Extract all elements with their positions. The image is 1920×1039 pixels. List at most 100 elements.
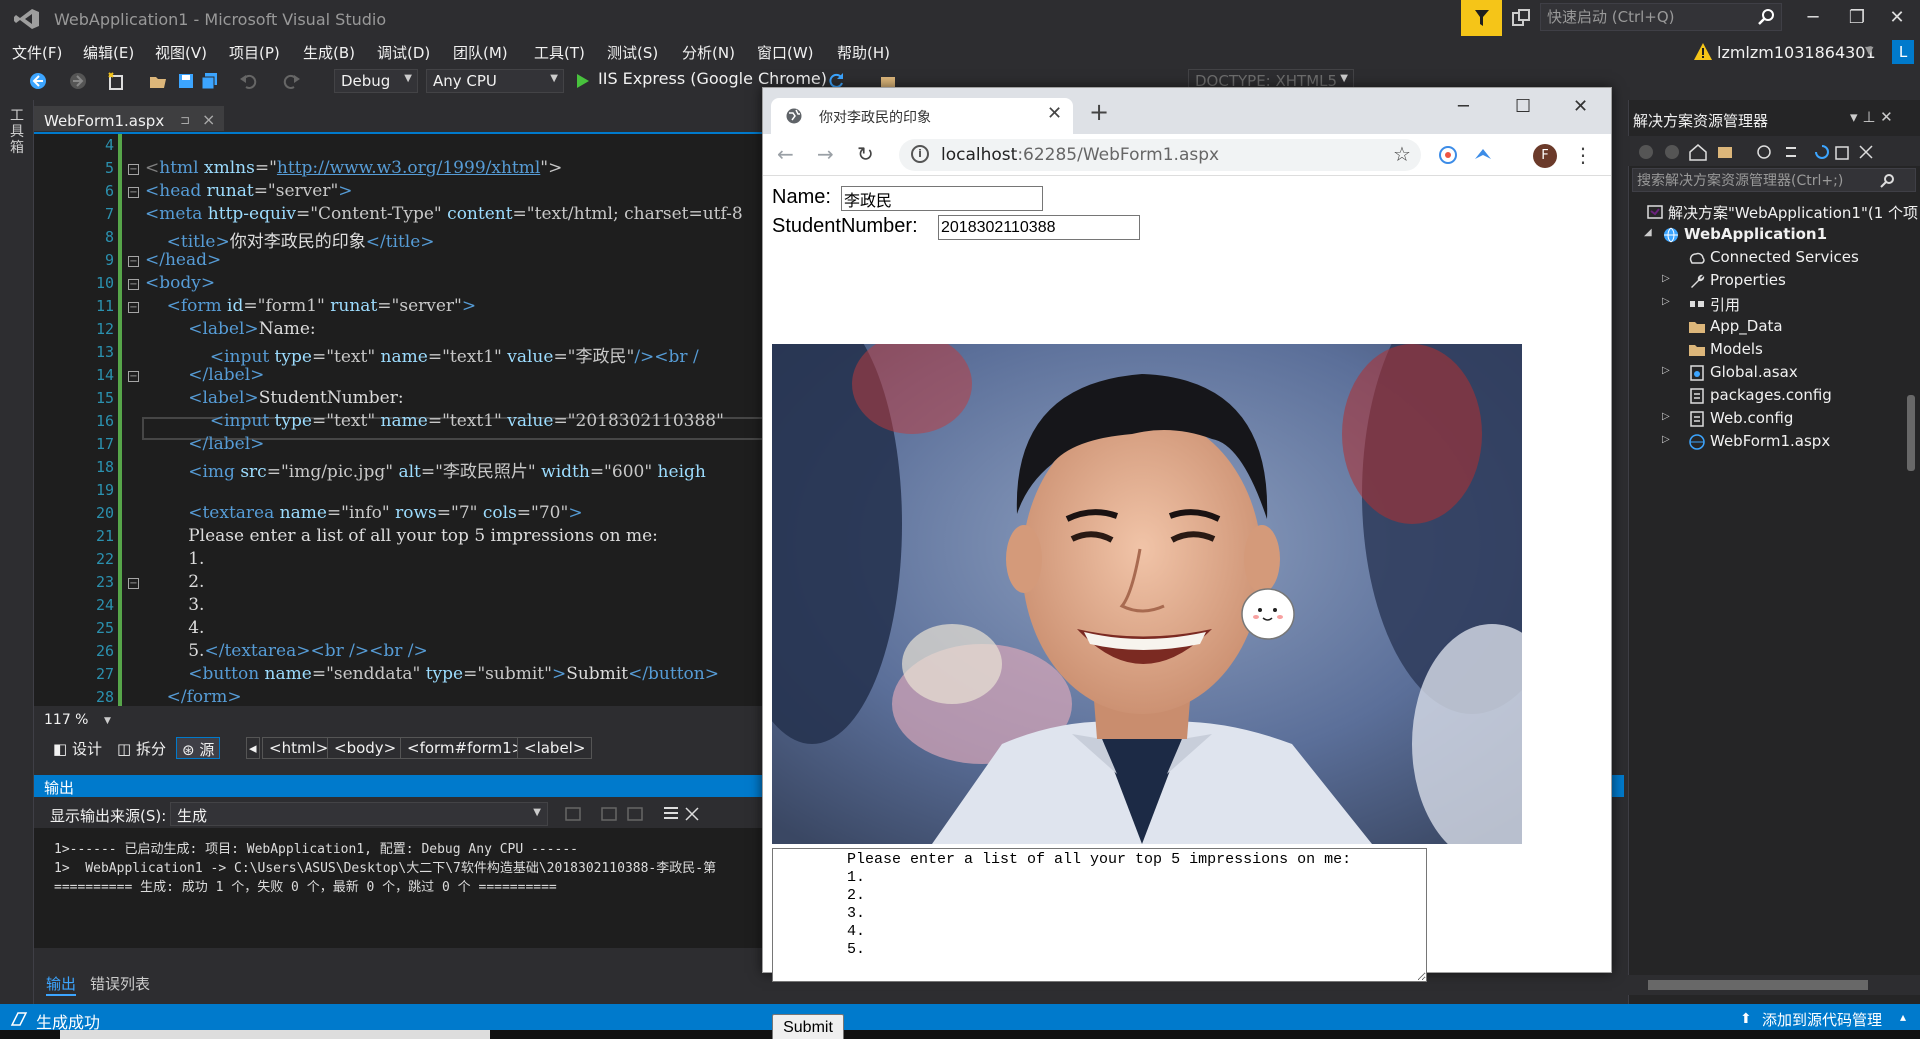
close-icon[interactable]: ✕ — [1573, 96, 1588, 117]
menu-project[interactable]: 项目(P) — [229, 42, 280, 63]
bookmark-star-icon[interactable]: ☆ — [1393, 142, 1411, 166]
navigate-forward-icon[interactable] — [68, 71, 88, 91]
design-view-button[interactable]: ◧ 设计 — [48, 737, 107, 759]
arrow-up-icon[interactable]: ⬆ — [1740, 1011, 1752, 1027]
chevron-right-icon[interactable]: ▷ — [1662, 365, 1670, 376]
collapse-icon[interactable]: − — [128, 164, 139, 175]
address-bar[interactable]: i localhost:62285/WebForm1.aspx ☆ — [899, 139, 1421, 171]
restore-icon[interactable]: ❐ — [1842, 6, 1872, 30]
menu-debug[interactable]: 调试(D) — [377, 42, 430, 63]
add-to-source-control-button[interactable]: 添加到源代码管理 — [1762, 1009, 1882, 1030]
quick-launch-input[interactable] — [1547, 8, 1747, 26]
run-target-label[interactable]: IIS Express (Google Chrome) — [598, 69, 827, 88]
chevron-expanded-icon[interactable]: ◢ — [1644, 227, 1652, 238]
solution-configuration-select[interactable]: Debug ▼ — [334, 69, 418, 93]
pin-icon[interactable]: ⊥ — [1862, 108, 1880, 126]
vertical-scrollbar-thumb[interactable] — [1907, 395, 1915, 471]
browser-tab[interactable]: 你对李政民的印象 ✕ — [771, 98, 1073, 134]
tab-output[interactable]: 输出 — [46, 973, 77, 996]
menu-test[interactable]: 测试(S) — [607, 42, 658, 63]
search-icon[interactable] — [1879, 173, 1895, 189]
save-all-icon[interactable] — [200, 71, 220, 91]
menu-edit[interactable]: 编辑(E) — [83, 42, 134, 63]
tree-item-properties[interactable]: ▷ Properties — [1662, 270, 1902, 293]
close-icon[interactable]: ✕ — [1880, 108, 1893, 126]
search-icon[interactable] — [1757, 8, 1775, 26]
breadcrumb-form[interactable]: <form#form1> — [400, 737, 532, 759]
navigate-back-icon[interactable] — [28, 71, 48, 91]
solution-search-input[interactable] — [1637, 172, 1877, 190]
menu-window[interactable]: 窗口(W) — [757, 42, 814, 63]
user-avatar[interactable]: L — [1892, 40, 1914, 64]
minimize-icon[interactable]: ─ — [1458, 96, 1469, 117]
menu-build[interactable]: 生成(B) — [303, 42, 355, 63]
collapse-icon[interactable]: − — [128, 279, 139, 290]
tree-item-connected-services[interactable]: Connected Services — [1670, 247, 1910, 270]
menu-view[interactable]: 视图(V) — [155, 42, 207, 63]
panel-controls[interactable]: ▾ ⊥ ✕ — [1850, 108, 1893, 126]
site-info-icon[interactable]: i — [911, 145, 929, 163]
close-icon[interactable]: ✕ — [1882, 6, 1912, 30]
code-editor[interactable]: 4 5 6 7 8 9 10 11 12 13 14 15 16 17 18 1… — [34, 132, 762, 706]
open-file-icon[interactable] — [148, 71, 168, 91]
collapse-icon[interactable]: − — [128, 578, 139, 589]
tree-item-web-config[interactable]: ▷ Web.config — [1662, 408, 1902, 431]
forward-arrow-icon[interactable]: → — [817, 142, 834, 166]
menu-file[interactable]: 文件(F) — [12, 42, 62, 63]
quick-launch-box[interactable] — [1540, 3, 1782, 31]
chevron-down-icon[interactable]: ▼ — [1865, 44, 1873, 57]
solution-platform-select[interactable]: Any CPU ▼ — [426, 69, 564, 93]
chevron-right-icon[interactable]: ▷ — [1662, 434, 1670, 445]
impressions-textarea[interactable]: Please enter a list of all your top 5 im… — [772, 848, 1427, 982]
new-project-icon[interactable] — [106, 71, 126, 91]
chevron-right-icon[interactable]: ▷ — [1662, 296, 1670, 307]
close-icon[interactable]: × — [202, 110, 215, 129]
pin-icon[interactable]: ⊐ — [180, 113, 190, 127]
more-menu-icon[interactable]: ⋮ — [1573, 143, 1593, 167]
output-source-select[interactable]: 生成 ▼ — [170, 802, 548, 826]
tree-item-app-data[interactable]: App_Data — [1670, 316, 1910, 339]
tree-item-global-asax[interactable]: ▷ Global.asax — [1662, 362, 1902, 385]
collapse-icon[interactable]: − — [128, 302, 139, 313]
tree-item-webform1[interactable]: ▷ WebForm1.aspx — [1662, 431, 1902, 454]
chevron-right-icon[interactable]: ▷ — [1662, 273, 1670, 284]
close-tab-icon[interactable]: ✕ — [1047, 103, 1062, 124]
tree-item-project[interactable]: ◢ WebApplication1 — [1644, 224, 1914, 247]
menu-help[interactable]: 帮助(H) — [837, 42, 890, 63]
breadcrumb-label[interactable]: <label> — [517, 737, 593, 759]
menu-tools[interactable]: 工具(T) — [534, 42, 585, 63]
chevron-up-icon[interactable]: ▴ — [1900, 1010, 1906, 1024]
back-arrow-icon[interactable]: ← — [777, 142, 794, 166]
solution-toolbar-icons[interactable] — [1636, 142, 1876, 162]
document-tab[interactable]: WebForm1.aspx ⊐ × — [34, 106, 224, 131]
feedback-button[interactable] — [1461, 0, 1502, 36]
tree-item-solution[interactable]: 解决方案"WebApplication1"(1 个项 — [1646, 201, 1918, 224]
output-text-area[interactable]: 1>------ 已启动生成: 项目: WebApplication1, 配置:… — [34, 828, 762, 948]
profile-avatar[interactable]: F — [1533, 144, 1557, 168]
solution-search-box[interactable] — [1632, 168, 1916, 192]
source-view-button[interactable]: ⊛ 源 — [176, 737, 221, 759]
student-number-input[interactable] — [938, 215, 1140, 240]
toolbox-tab[interactable]: 工具箱 — [10, 108, 26, 156]
notifications-icon[interactable] — [1510, 8, 1532, 30]
breadcrumb-scroll-left-icon[interactable]: ◂ — [246, 737, 260, 759]
reload-icon[interactable]: ↻ — [857, 142, 874, 166]
start-debug-icon[interactable] — [572, 71, 592, 91]
tree-item-packages-config[interactable]: packages.config — [1670, 385, 1910, 408]
extension-icon[interactable] — [1438, 145, 1458, 165]
name-input[interactable] — [841, 186, 1043, 211]
menu-team[interactable]: 团队(M) — [453, 42, 508, 63]
user-account-name[interactable]: lzmlzm1031864301 — [1717, 43, 1876, 62]
tree-item-models[interactable]: Models — [1670, 339, 1910, 362]
extension-bird-icon[interactable] — [1473, 145, 1493, 165]
zoom-level[interactable]: 117 % — [44, 712, 88, 728]
output-toolbar-icons[interactable] — [562, 804, 702, 824]
warning-icon[interactable] — [1693, 42, 1713, 62]
tab-error-list[interactable]: 错误列表 — [90, 973, 150, 994]
submit-button[interactable]: Submit — [772, 1014, 844, 1039]
maximize-icon[interactable]: ☐ — [1515, 96, 1531, 117]
split-view-button[interactable]: ◫ 拆分 — [112, 737, 171, 759]
undo-icon[interactable] — [238, 71, 258, 91]
code-link[interactable]: http://www.w3.org/1999/xhtml — [277, 158, 540, 178]
breadcrumb-html[interactable]: <html> — [262, 737, 336, 759]
